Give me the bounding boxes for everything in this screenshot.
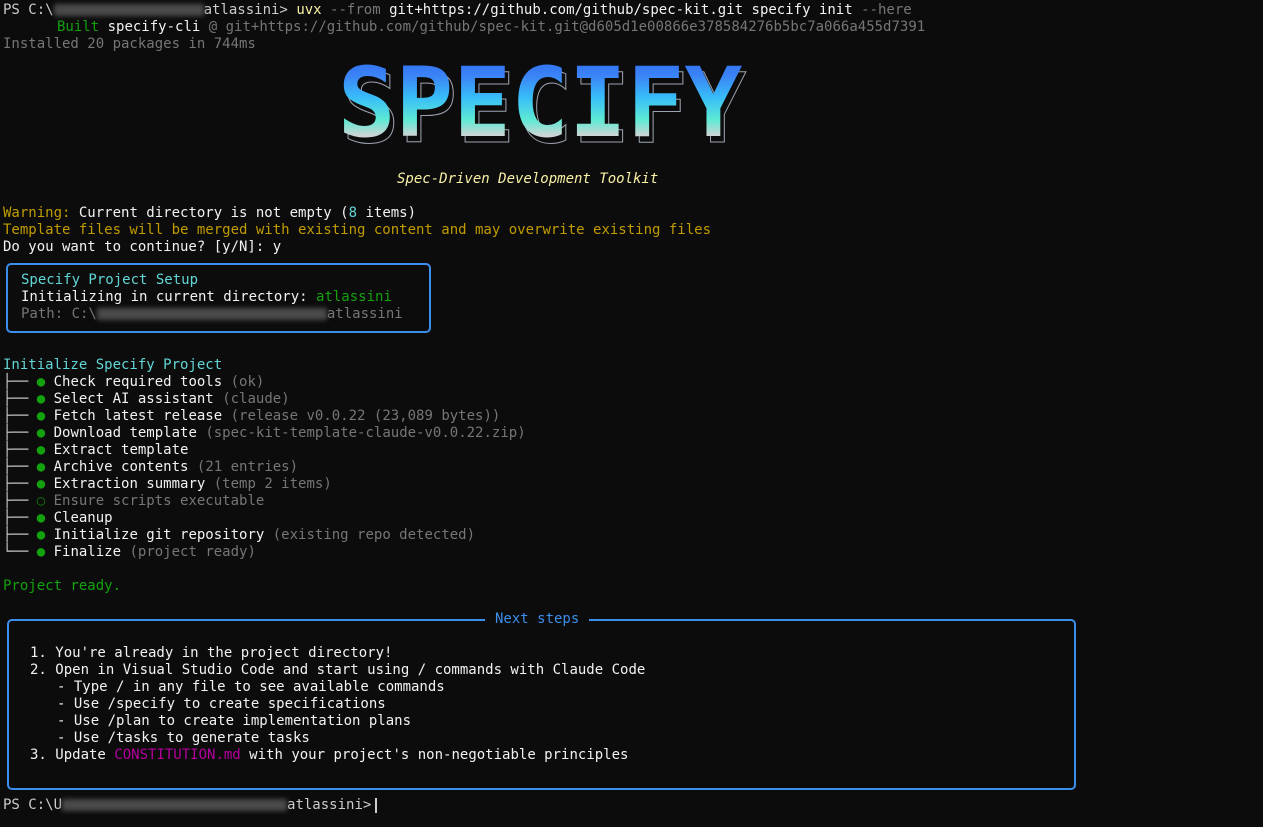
next-step-1: 1. You're already in the project directo… bbox=[30, 645, 393, 661]
command-args: specify init bbox=[751, 2, 853, 18]
check-icon: ● bbox=[36, 510, 46, 526]
warning-count: 8 bbox=[348, 205, 358, 221]
step-download-template: ├── ● Download template (spec-kit-templa… bbox=[3, 425, 526, 441]
final-prompt[interactable]: PS C:\U atlassini> bbox=[3, 797, 378, 814]
installed-line: Installed 20 packages in 744ms bbox=[3, 36, 256, 52]
check-icon: ● bbox=[36, 544, 46, 560]
project-ready: Project ready. bbox=[3, 578, 122, 594]
next-step-2d: - Use /tasks to generate tasks bbox=[57, 730, 310, 746]
final-prompt-prefix: PS C:\U bbox=[3, 797, 63, 813]
built-line: Built specify-cli @ git+https://github.c… bbox=[57, 19, 925, 36]
command-flag-here: --here bbox=[861, 2, 912, 18]
step-check-tools: ├── ● Check required tools (ok) bbox=[3, 374, 265, 390]
setup-path-line: Path: C:\ atlassini bbox=[21, 306, 403, 323]
step-extraction-summary: ├── ● Extraction summary (temp 2 items) bbox=[3, 476, 332, 492]
setup-title: Specify Project Setup bbox=[21, 272, 199, 288]
check-icon: ● bbox=[36, 374, 46, 390]
next-step-2b: - Use /specify to create specifications bbox=[57, 696, 386, 712]
setup-init-line: Initializing in current directory: atlas… bbox=[21, 289, 392, 306]
step-archive-contents: ├── ● Archive contents (21 entries) bbox=[3, 459, 299, 475]
step-finalize: └── ● Finalize (project ready) bbox=[3, 544, 256, 560]
banner-text: SPECIFY bbox=[338, 50, 743, 154]
step-extract-template: ├── ● Extract template bbox=[3, 442, 189, 458]
step-init-git: ├── ● Initialize git repository (existin… bbox=[3, 527, 476, 543]
check-icon: ● bbox=[36, 391, 46, 407]
specify-banner: SPECIFY SPECIFY bbox=[300, 47, 780, 166]
prompt-prefix: PS C:\ bbox=[3, 2, 54, 18]
next-step-2c: - Use /plan to create implementation pla… bbox=[57, 713, 412, 729]
text-cursor[interactable] bbox=[375, 797, 378, 813]
pending-icon: ○ bbox=[36, 493, 46, 509]
command-line: PS C:\ atlassini> uvx --from git+https://… bbox=[3, 2, 912, 19]
command-repo: git+https://github.com/github/spec-kit.g… bbox=[389, 2, 744, 18]
next-steps-title: Next steps bbox=[485, 611, 590, 628]
warning-tail: items) bbox=[357, 205, 417, 221]
prompt-user: atlassini> bbox=[203, 2, 288, 18]
setup-path-label: Path: C:\ bbox=[21, 306, 97, 322]
check-icon: ● bbox=[36, 408, 46, 424]
built-package: specify-cli bbox=[107, 19, 201, 35]
check-icon: ● bbox=[36, 476, 46, 492]
setup-path-tail: atlassini bbox=[326, 306, 403, 322]
check-icon: ● bbox=[36, 425, 46, 441]
check-icon: ● bbox=[36, 527, 46, 543]
final-prompt-tail: atlassini> bbox=[287, 797, 372, 813]
redacted-path bbox=[62, 799, 288, 811]
command-exe: uvx bbox=[296, 2, 322, 18]
init-heading: Initialize Specify Project bbox=[3, 357, 223, 373]
continue-prompt: Do you want to continue? [y/N]: y bbox=[3, 239, 282, 255]
setup-init-label: Initializing in current directory: bbox=[21, 289, 308, 305]
warning-text: Current directory is not empty ( bbox=[78, 205, 349, 221]
constitution-file: CONSTITUTION.md bbox=[114, 747, 241, 763]
next-step-2: 2. Open in Visual Studio Code and start … bbox=[30, 662, 646, 678]
tagline: Spec-Driven Development Toolkit bbox=[397, 171, 659, 187]
built-label: Built bbox=[57, 19, 100, 35]
step-cleanup: ├── ● Cleanup bbox=[3, 510, 113, 526]
check-icon: ● bbox=[36, 442, 46, 458]
command-flag-from: --from bbox=[330, 2, 381, 18]
step-select-ai: ├── ● Select AI assistant (claude) bbox=[3, 391, 290, 407]
redacted-path bbox=[53, 4, 204, 16]
redacted-path bbox=[96, 308, 327, 320]
next-step-3: 3. Update CONSTITUTION.md with your proj… bbox=[30, 747, 629, 763]
check-icon: ● bbox=[36, 459, 46, 475]
next-step-2a: - Type / in any file to see available co… bbox=[57, 679, 445, 695]
merge-warning: Template files will be merged with exist… bbox=[3, 222, 712, 238]
setup-init-dir: atlassini bbox=[316, 289, 392, 305]
step-fetch-release: ├── ● Fetch latest release (release v0.0… bbox=[3, 408, 501, 424]
banner-logo: SPECIFY SPECIFY bbox=[338, 47, 747, 166]
step-ensure-scripts: ├── ○ Ensure scripts executable bbox=[3, 493, 265, 509]
built-source: @ git+https://github.com/github/spec-kit… bbox=[208, 19, 926, 35]
warning-label: Warning: bbox=[3, 205, 71, 221]
warning-line: Warning: Current directory is not empty … bbox=[3, 205, 416, 222]
